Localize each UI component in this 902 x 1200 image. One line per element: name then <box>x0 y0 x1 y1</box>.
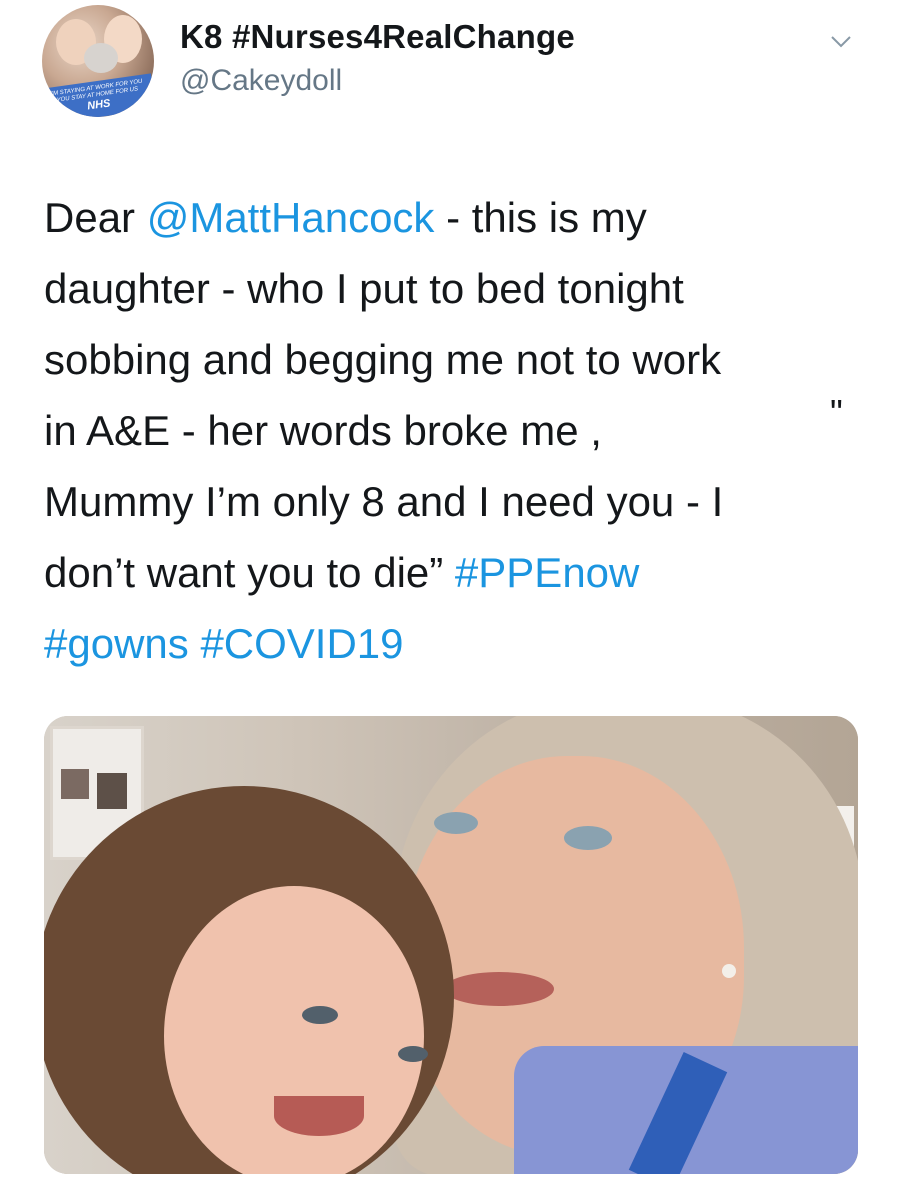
avatar-banner: I'M STAYING AT WORK FOR YOU YOU STAY AT … <box>42 73 154 117</box>
woman-eye-right <box>564 826 612 850</box>
tweet-text-segment: in A&E - her words broke me , <box>44 407 602 454</box>
girl-eye-right <box>398 1046 428 1062</box>
hashtag-link[interactable]: #PPEnow <box>455 549 639 596</box>
tweet-text-segment: daughter - who I put to bed tonight <box>44 265 684 312</box>
tweet-line: #gowns #COVID19 <box>44 608 864 679</box>
tweet-line: Mummy I’m only 8 and I need you - I <box>44 466 864 537</box>
user-handle[interactable]: @Cakeydoll <box>180 64 342 98</box>
frame-picture-1 <box>61 769 89 799</box>
tweet-line: Dear @MattHancock - this is my <box>44 182 864 253</box>
tweet-text-segment: sobbing and begging me not to work <box>44 336 722 383</box>
tweet-text: Dear @MattHancock - this is my daughter -… <box>44 182 864 679</box>
tweet-text-segment <box>189 620 201 667</box>
tweet-text-segment: don’t want you to die” <box>44 549 455 596</box>
hashtag-link[interactable]: #COVID19 <box>200 620 403 667</box>
hashtag-link[interactable]: #gowns <box>44 620 189 667</box>
tweet-line: in A&E - her words broke me , <box>44 395 864 466</box>
tweet-text-segment: - this is my <box>434 194 647 241</box>
mention-link[interactable]: @MattHancock <box>147 194 435 241</box>
tweet-line: don’t want you to die” #PPEnow <box>44 537 864 608</box>
tweet-text-segment: Dear <box>44 194 147 241</box>
tweet-photo[interactable] <box>44 716 858 1174</box>
chevron-down-icon[interactable] <box>830 34 852 50</box>
girl-smile <box>274 1096 364 1136</box>
woman-lips <box>444 972 554 1006</box>
tweet-text-segment: Mummy I’m only 8 and I need you - I <box>44 478 724 525</box>
display-name[interactable]: K8 #Nurses4RealChange <box>180 18 575 56</box>
girl-eye-left <box>302 1006 338 1024</box>
avatar[interactable]: I'M STAYING AT WORK FOR YOU YOU STAY AT … <box>42 5 154 117</box>
tweet-line: sobbing and begging me not to work <box>44 324 864 395</box>
woman-eye-left <box>434 812 478 834</box>
frame-picture-2 <box>97 773 127 809</box>
stray-quote-mark: " <box>830 392 843 433</box>
avatar-dog <box>84 43 118 73</box>
tweet-line: daughter - who I put to bed tonight <box>44 253 864 324</box>
woman-earring <box>722 964 736 978</box>
